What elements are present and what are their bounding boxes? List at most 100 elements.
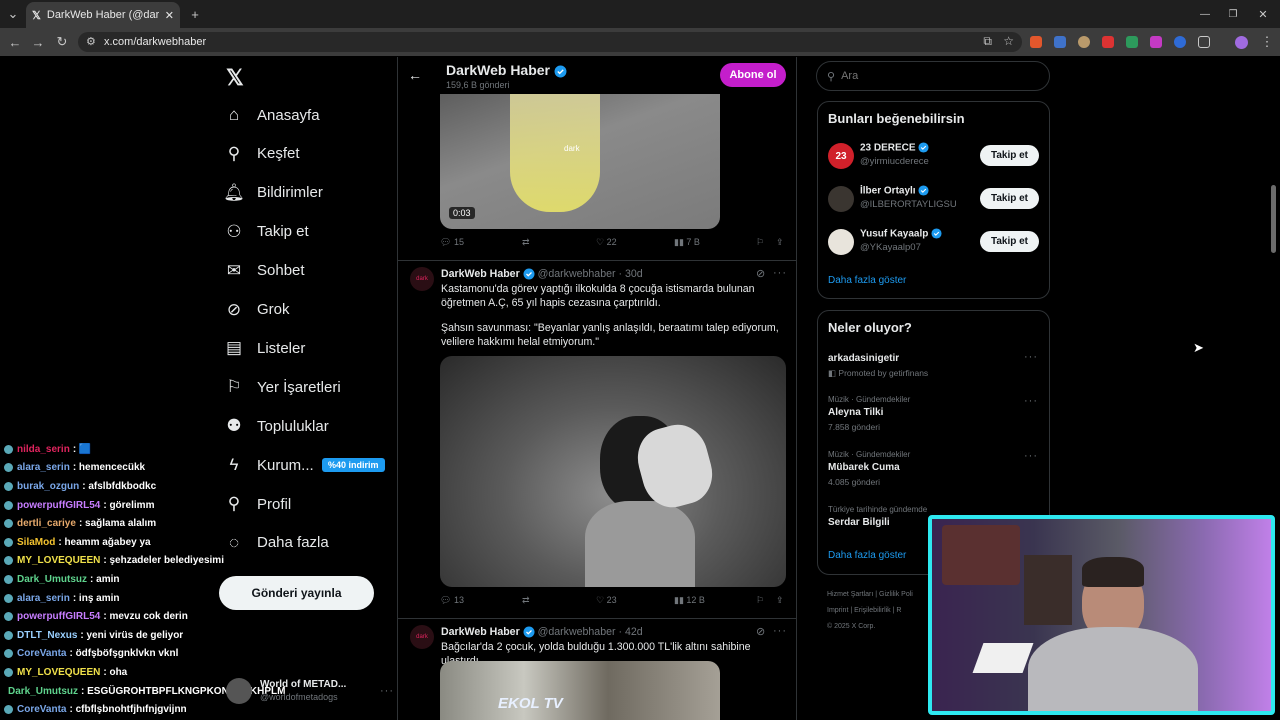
search-box[interactable]: ⚲ — [816, 61, 1050, 91]
close-window-icon[interactable]: ✕ — [1254, 5, 1272, 23]
more-icon[interactable]: ··· — [380, 685, 394, 697]
author-handle[interactable]: @darkwebhaber — [538, 268, 616, 280]
account-switcher[interactable]: World of METAD... @worldofmetadogs ··· — [226, 676, 394, 706]
nav-item-notifications[interactable]: 🔔︎ Bildirimler — [222, 174, 392, 212]
nav-item-messages[interactable]: ✉ Sohbet — [222, 252, 392, 290]
forward-icon[interactable]: → — [29, 33, 47, 51]
repost-button[interactable]: ⇄ — [522, 595, 596, 606]
suggestion-name[interactable]: 23 DERECE — [860, 143, 916, 154]
site-info-icon[interactable]: ⚙ — [86, 35, 96, 48]
reload-icon[interactable]: ↻ — [53, 33, 71, 51]
footer-link[interactable]: Hizmet Şartları — [827, 591, 873, 598]
bookmark-icon[interactable]: ⚐ — [756, 595, 776, 606]
nav-item-home[interactable]: ⌂ Anasayfa — [222, 96, 392, 134]
views-button[interactable]: ▮▮ 12 B — [674, 595, 756, 606]
subscribe-button[interactable]: Abone ol — [720, 63, 786, 87]
share-icon[interactable]: ⇪ — [776, 595, 784, 606]
trend-item[interactable]: arkadasinigetir ◧ Promoted by getirfinans… — [828, 349, 1040, 393]
back-icon[interactable]: ← — [6, 33, 24, 51]
trend-item[interactable]: Müzik · Gündemdekiler Mübarek Cuma 4.085 g… — [828, 450, 1040, 494]
footer-link[interactable]: Erişilebilirlik — [854, 607, 891, 614]
suggestion-name[interactable]: İlber Ortaylı — [860, 186, 916, 197]
search-input[interactable] — [841, 70, 1022, 82]
reply-button[interactable]: 💬︎ 15 — [440, 237, 522, 248]
maximize-icon[interactable]: ❐ — [1224, 5, 1242, 23]
author-handle[interactable]: @darkwebhaber — [538, 626, 616, 638]
views-button[interactable]: ▮▮ 7 B — [674, 237, 756, 248]
chat-username: Dark_Umutsuz — [17, 573, 88, 585]
chat-text: : inş amin — [72, 592, 120, 604]
avatar[interactable] — [828, 186, 854, 212]
nav-item-more[interactable]: ◌ Daha fazla — [222, 524, 392, 562]
nav-item-communities[interactable]: ⚉ Topluluklar — [222, 407, 392, 445]
grok-icon[interactable]: ⊘ — [756, 625, 766, 638]
footer-link[interactable]: R — [896, 607, 901, 614]
cast-icon[interactable]: ⧉ — [983, 34, 992, 49]
profile-icon[interactable] — [1232, 33, 1250, 51]
follow-button[interactable]: Takip et — [980, 188, 1039, 209]
show-more-link[interactable]: Daha fazla göster — [828, 275, 906, 286]
nav-item-bookmarks[interactable]: ⚐ Yer İşaretleri — [222, 368, 392, 406]
follow-suggestion[interactable]: Yusuf Kayaalp @YKayaalp07 Takip et — [828, 228, 1040, 258]
close-tab-icon[interactable]: ✕ — [165, 9, 174, 22]
author-name[interactable]: DarkWeb Haber — [441, 626, 520, 638]
menu-icon[interactable]: ⋮ — [1258, 33, 1276, 51]
extension-icon[interactable] — [1078, 36, 1090, 48]
x-logo-icon[interactable]: 𝕏 — [226, 65, 244, 91]
extension-icon[interactable] — [1126, 36, 1138, 48]
tab-search-icon[interactable]: ⌄ — [4, 5, 22, 23]
bookmark-star-icon[interactable]: ☆ — [1003, 34, 1014, 48]
back-arrow-icon[interactable]: ← — [408, 67, 422, 83]
browser-tab[interactable]: 𝕏 DarkWeb Haber (@darkwebhab ✕ — [26, 2, 180, 28]
avatar[interactable]: 23 — [828, 143, 854, 169]
tweet-time[interactable]: 42d — [625, 626, 643, 638]
follow-suggestion[interactable]: İlber Ortaylı @ILBERORTAYLIGSU Takip et — [828, 185, 1040, 215]
extension-icon[interactable] — [1102, 36, 1114, 48]
like-button[interactable]: ♡ 22 — [596, 237, 674, 248]
author-name[interactable]: DarkWeb Haber — [441, 268, 520, 280]
bookmark-icon[interactable]: ⚐ — [756, 237, 776, 248]
avatar[interactable]: dark — [410, 267, 434, 291]
reply-button[interactable]: 💬︎ 13 — [440, 595, 522, 606]
grok-icon[interactable]: ⊘ — [756, 267, 766, 280]
extension-icon[interactable] — [1030, 36, 1042, 48]
like-button[interactable]: ♡ 23 — [596, 595, 674, 606]
tweet-image[interactable] — [440, 356, 786, 587]
nav-item-lists[interactable]: ▤ Listeler — [222, 329, 392, 367]
nav-item-profile[interactable]: ⚲ Profil — [222, 485, 392, 523]
new-tab-icon[interactable]: + — [186, 5, 204, 23]
footer-link[interactable]: Gizlilik Poli — [879, 591, 913, 598]
chat-username: alara_serin — [17, 592, 70, 604]
post-button[interactable]: Gönderi yayınla — [219, 576, 374, 610]
nav-item-explore[interactable]: ⚲ Keşfet — [222, 135, 392, 173]
extension-icon[interactable] — [1150, 36, 1162, 48]
extension-icon[interactable] — [1174, 36, 1186, 48]
more-icon[interactable]: ··· — [1024, 351, 1038, 363]
trend-item[interactable]: Müzik · Gündemdekiler Aleyna Tilki 7.858 g… — [828, 395, 1040, 439]
more-icon[interactable]: ··· — [773, 625, 787, 637]
more-icon[interactable]: ··· — [773, 267, 787, 279]
tweet-time[interactable]: 30d — [625, 268, 643, 280]
follow-button[interactable]: Takip et — [980, 145, 1039, 166]
more-icon[interactable]: ··· — [1024, 395, 1038, 407]
repost-button[interactable]: ⇄ — [522, 237, 596, 248]
scrollbar-thumb[interactable] — [1271, 185, 1276, 253]
nav-item-follow[interactable]: ⚇ Takip et — [222, 213, 392, 251]
address-field[interactable]: ⚙ x.com/darkwebhaber ⧉ ☆ — [78, 32, 1022, 52]
footer-link[interactable]: Imprint — [827, 607, 848, 614]
avatar[interactable] — [828, 229, 854, 255]
show-more-link[interactable]: Daha fazla göster — [828, 550, 906, 561]
video-player[interactable]: dark 0:03 — [440, 94, 720, 229]
nav-item-grok[interactable]: ⊘ Grok — [222, 291, 392, 329]
follow-button[interactable]: Takip et — [980, 231, 1039, 252]
share-icon[interactable]: ⇪ — [776, 237, 784, 248]
suggestion-name[interactable]: Yusuf Kayaalp — [860, 229, 928, 240]
timeline[interactable]: dark 0:03 💬︎ 15 ⇄ ♡ 22 ▮▮ 7 B ⚐ ⇪ dark D… — [397, 57, 797, 720]
avatar[interactable]: dark — [410, 625, 434, 649]
minimize-icon[interactable]: — — [1196, 5, 1214, 23]
extension-icon[interactable] — [1054, 36, 1066, 48]
follow-suggestion[interactable]: 23 23 DERECE @yirmiucderece Takip et — [828, 142, 1040, 172]
tweet-image[interactable]: EKOL TV — [440, 661, 720, 720]
more-icon[interactable]: ··· — [1024, 450, 1038, 462]
extensions-puzzle-icon[interactable] — [1198, 36, 1210, 48]
